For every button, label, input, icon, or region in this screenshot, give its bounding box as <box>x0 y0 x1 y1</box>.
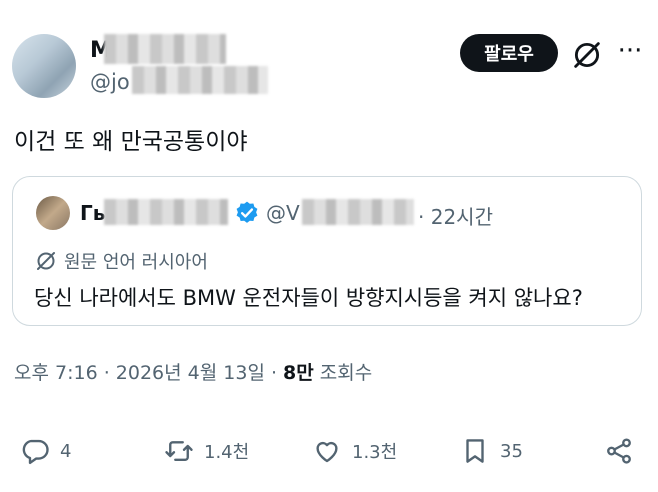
views-label: 조회수 <box>313 362 373 384</box>
author-name-redaction <box>104 34 226 64</box>
post-metadata: 오후 7:16 · 2026년 4월 13일 · 8만 조회수 <box>14 358 372 385</box>
translation-label[interactable]: 원문 언어 러시아어 <box>64 248 208 274</box>
share-button[interactable] <box>604 430 634 472</box>
quoted-post-time[interactable]: · 22시간 <box>418 201 493 230</box>
translate-icon <box>37 252 55 270</box>
share-icon <box>607 438 631 464</box>
quoted-author-name[interactable]: Гь <box>80 201 105 225</box>
post-timestamp[interactable]: 오후 7:16 · 2026년 4월 13일 · <box>14 362 283 384</box>
repost-button[interactable]: 1.4천 <box>164 430 249 472</box>
repost-count: 1.4천 <box>204 442 250 463</box>
like-count: 1.3천 <box>352 442 398 463</box>
quoted-author-handle[interactable]: @V <box>266 201 300 225</box>
reply-icon <box>22 439 49 465</box>
bookmark-button[interactable]: 35 <box>460 430 523 472</box>
quoted-author-name-redaction <box>104 199 228 225</box>
like-button[interactable]: 1.3천 <box>312 430 397 472</box>
quoted-author-handle-redaction <box>302 199 414 225</box>
repost-icon <box>165 441 193 461</box>
verified-icon <box>236 201 258 223</box>
quoted-post-text: 당신 나라에서도 BMW 운전자들이 방향지시등을 켜지 않나요? <box>34 286 583 310</box>
like-icon <box>316 441 338 463</box>
more-icon[interactable]: ··· <box>614 38 646 70</box>
reply-count: 4 <box>60 440 72 462</box>
bookmark-icon <box>466 439 484 463</box>
author-handle-redaction <box>132 66 268 94</box>
bookmark-count: 35 <box>500 440 523 462</box>
action-bar: 4 1.4천 1.3천 35 <box>0 430 658 472</box>
reply-button[interactable]: 4 <box>20 430 71 472</box>
follow-button[interactable]: 팔로우 <box>460 34 558 72</box>
author-avatar[interactable] <box>12 34 76 98</box>
author-handle[interactable]: @jo <box>90 70 130 94</box>
post-text: 이건 또 왜 만국공통이야 <box>14 129 248 155</box>
views-count: 8만 <box>283 362 314 384</box>
grok-icon[interactable] <box>570 38 604 72</box>
quoted-author-avatar[interactable] <box>36 196 70 230</box>
